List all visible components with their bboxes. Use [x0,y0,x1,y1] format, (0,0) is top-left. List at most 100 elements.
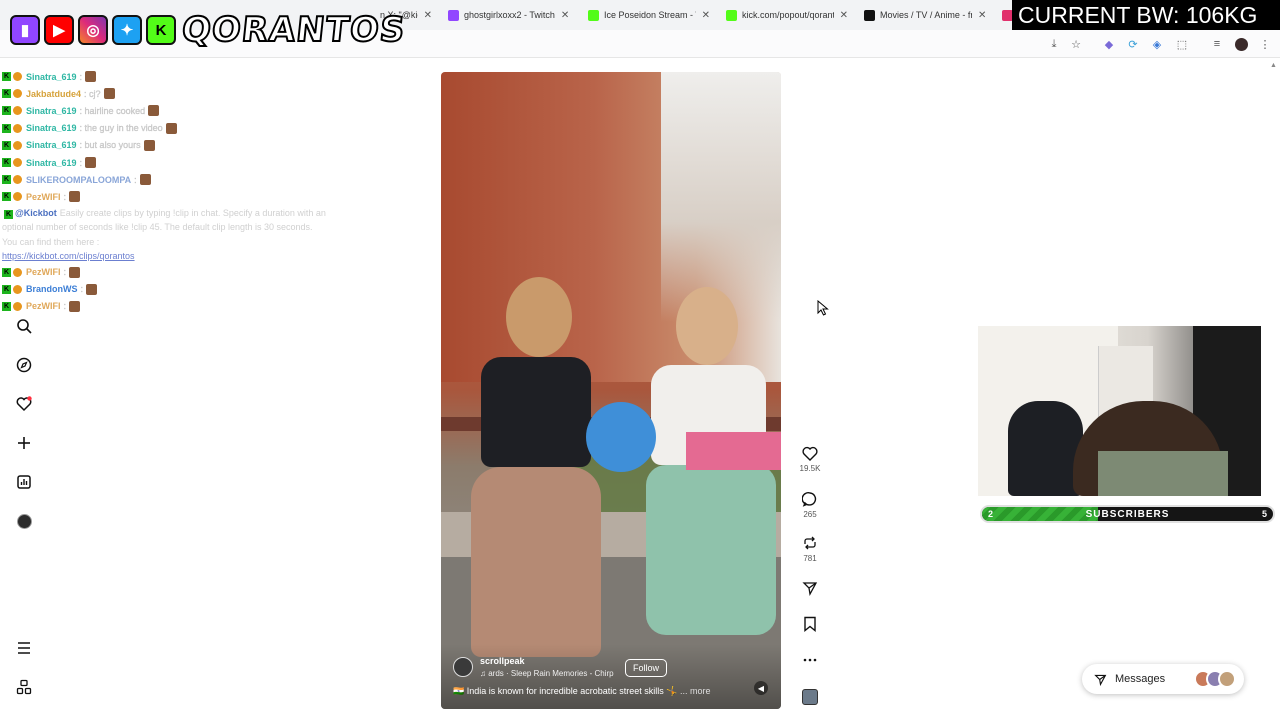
install-app-icon[interactable]: ⤓ [1047,37,1061,51]
comment-icon [802,492,817,507]
share-action[interactable] [800,580,820,596]
tab-title: Movies / TV / Anime - fre [880,10,972,20]
emote-icon [85,71,97,83]
clips-link[interactable]: https://kickbot.com/clips/qorantos [2,251,135,261]
kick-badge-icon: K [2,140,11,150]
sub-badge-icon [13,140,22,150]
kick-badge-icon: K [2,175,11,185]
explore-icon[interactable] [14,355,34,375]
sub-badge-icon [13,123,22,133]
emote-icon [69,191,81,203]
browser-tab[interactable]: Movies / TV / Anime - fre ✕ [864,4,988,26]
browser-tab[interactable]: Ice Poseidon Stream - Wa ✕ [588,4,710,26]
tab-search-icon[interactable]: ≡ [1210,37,1224,51]
youtube-icon: ▶ [44,15,74,45]
emote-icon [103,88,115,100]
video-frame-bag [686,432,781,470]
emote-icon [143,139,155,151]
chat-username[interactable]: @Kickbot [15,208,57,218]
chat-message: K SLIKEROOMPALOOMPA: [0,171,340,188]
emote-icon [148,105,160,117]
more-icon[interactable] [14,677,34,697]
emote-icon [165,122,177,134]
sub-badge-icon [13,158,22,168]
close-icon[interactable]: ✕ [840,10,848,21]
sub-badge-icon [13,72,22,82]
more-options-action[interactable] [800,652,820,668]
chat-username[interactable]: PezWIFI [26,192,61,202]
mute-icon[interactable]: ◀ [754,681,768,695]
twitch-icon: ▮ [10,15,40,45]
emote-icon [139,174,151,186]
audio-thumbnail-icon [802,689,818,705]
close-icon[interactable]: ✕ [561,10,569,21]
extension-icon[interactable]: ◆ [1102,37,1116,51]
reel-author-username[interactable]: scrollpeak [480,656,525,666]
streamer-brand: QORANTOS [179,9,409,51]
notifications-icon[interactable] [14,394,34,414]
chat-text: : [134,174,137,185]
extension-icon[interactable]: ⟳ [1126,37,1140,51]
chat-message: K BrandonWS: [0,281,340,298]
repost-count: 781 [803,554,817,563]
reel-video[interactable]: scrollpeak ♫ ards · Sleep Rain Memories … [441,72,781,709]
comment-action[interactable]: 265 [800,491,820,519]
reel-audio-track[interactable]: ♫ ards · Sleep Rain Memories - Chirp [480,669,614,678]
dashboard-icon[interactable] [14,472,34,492]
extension-icon[interactable]: ◈ [1150,37,1164,51]
chat-username[interactable]: Sinatra_619 [26,123,77,133]
follow-button[interactable]: Follow [625,659,667,677]
chat-bot-message: K @Kickbot Easily create clips by typing !… [0,206,330,264]
close-icon[interactable]: ✕ [978,10,986,21]
chat-username[interactable]: Sinatra_619 [26,106,77,116]
kick-badge-icon: K [4,210,13,220]
search-icon[interactable] [14,316,34,336]
messages-button[interactable]: Messages [1082,664,1244,694]
chat-username[interactable]: Sinatra_619 [26,158,77,168]
chat-text: : the guy in the video [79,123,163,134]
more-horizontal-icon [803,658,817,662]
chat-username[interactable]: PezWIFI [26,301,61,311]
sub-badge-icon [13,284,22,294]
chat-username[interactable]: SLIKEROOMPALOOMPA [26,175,131,185]
bodyweight-banner: CURRENT BW: 106KG [1012,0,1280,30]
chat-username[interactable]: Sinatra_619 [26,72,77,82]
extensions-puzzle-icon[interactable]: ⬚ [1175,37,1189,51]
subscriber-current: 2 [988,509,994,519]
repost-action[interactable]: 781 [800,535,820,563]
subscriber-goal-label: SUBSCRIBERS [1085,508,1170,520]
music-note-icon: ♫ [480,669,489,678]
profile-icon[interactable] [14,511,34,531]
chat-message: K Sinatra_619: hairline cooked [0,102,340,119]
video-frame-person [471,277,601,677]
audio-thumbnail[interactable] [800,689,820,705]
chat-username[interactable]: Jakbatdude4 [26,89,81,99]
chat-username[interactable]: PezWIFI [26,267,61,277]
chat-username[interactable]: Sinatra_619 [26,140,77,150]
scroll-up-arrow-icon[interactable]: ▲ [1270,62,1277,69]
like-action[interactable]: 19.5K [800,446,820,473]
repost-icon [804,536,816,550]
browser-menu-icon[interactable]: ⋮ [1258,37,1272,51]
chat-username[interactable]: BrandonWS [26,284,78,294]
menu-icon[interactable] [14,638,34,658]
save-action[interactable] [800,616,820,632]
tab-title: ghostgirlxoxx2 - Twitch [464,10,555,20]
close-icon[interactable]: ✕ [702,10,710,21]
chat-message: K PezWIFI: [0,298,340,315]
chat-text: : [80,284,84,295]
browser-tab[interactable]: ghostgirlxoxx2 - Twitch ✕ [448,4,573,26]
subscriber-goal: 5 [1261,509,1267,519]
create-icon[interactable] [14,433,34,453]
caption-more-link[interactable]: ... more [680,686,711,696]
twitch-icon [448,9,459,21]
chat-text: : cj? [84,88,101,99]
bookmark-star-icon[interactable]: ☆ [1069,37,1083,51]
sub-badge-icon [13,267,22,277]
close-icon[interactable]: ✕ [424,10,432,21]
comment-count: 265 [803,510,817,519]
chat-message: K PezWIFI: [0,264,340,281]
browser-tab[interactable]: kick.com/popout/qorant ✕ [726,4,848,26]
profile-avatar[interactable] [1234,37,1248,51]
reel-author-avatar[interactable] [453,657,473,677]
